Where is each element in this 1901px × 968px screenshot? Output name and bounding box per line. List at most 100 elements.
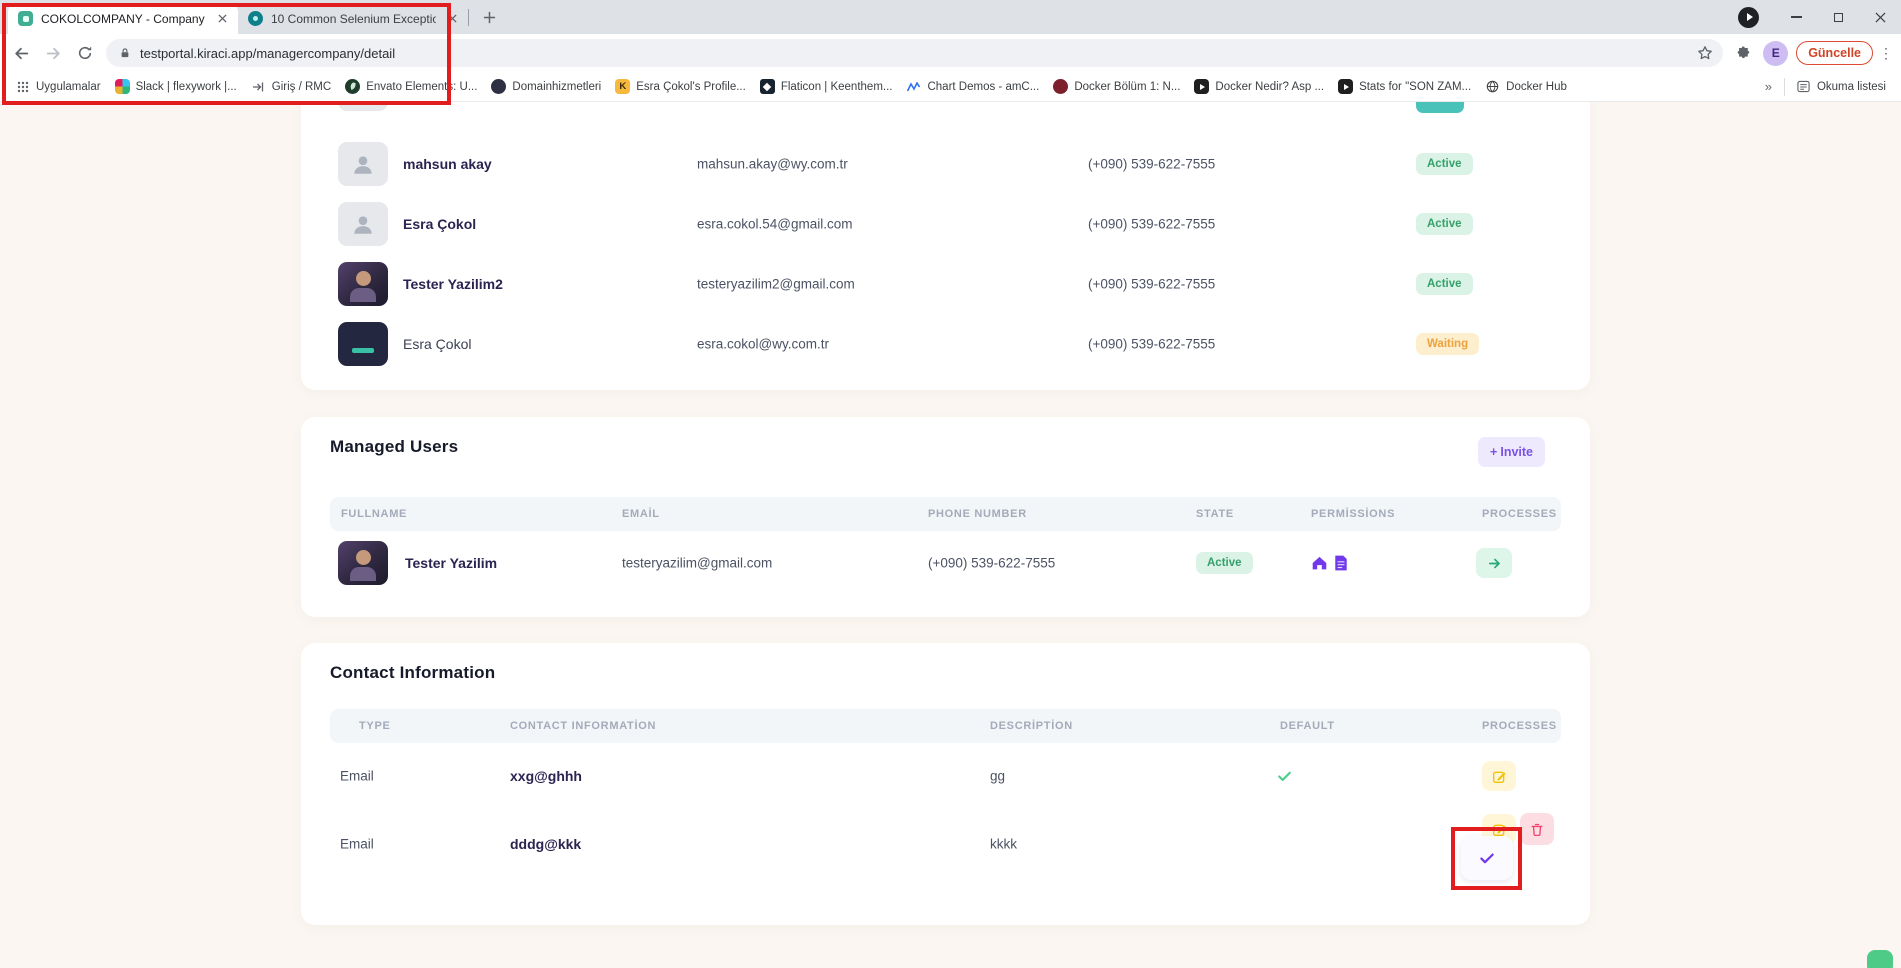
user-phone: (+090) 539-622-7555: [1088, 277, 1215, 292]
bookmark-docker-nedir[interactable]: Docker Nedir? Asp ...: [1187, 75, 1331, 98]
managed-user-row[interactable]: Tester Yazilim testeryazilim@gmail.com (…: [301, 533, 1590, 593]
url-text: testportal.kiraci.app/managercompany/det…: [140, 46, 395, 61]
user-name: Esra Çokol: [403, 336, 471, 352]
bookmark-giris-rmc[interactable]: Giriş / RMC: [244, 75, 338, 98]
open-detail-button[interactable]: [1476, 548, 1512, 578]
bookmark-docker-bolum[interactable]: Docker Bölüm 1: N...: [1046, 75, 1187, 98]
reading-list-button[interactable]: Okuma listesi: [1789, 75, 1893, 98]
login-arrow-favicon: [251, 79, 266, 94]
reading-list-label: Okuma listesi: [1817, 81, 1886, 93]
bookmarks-bar: Uygulamalar Slack | flexywork |... Giriş…: [0, 72, 1901, 102]
user-row[interactable]: Tester Yazilim2 testeryazilim2@gmail.com…: [301, 254, 1590, 314]
browser-menu-icon[interactable]: ⋮: [1877, 45, 1895, 62]
lock-icon: [119, 46, 131, 60]
youtube-favicon: [1194, 79, 1209, 94]
minimize-button[interactable]: [1775, 0, 1817, 34]
col-permissions: PERMİSSİONS: [1311, 497, 1395, 531]
slack-favicon: [115, 79, 130, 94]
user-email: mahsun.akay@wy.com.tr: [697, 157, 848, 172]
flaticon-favicon: [760, 79, 775, 94]
user-email: testeryazilim2@gmail.com: [697, 277, 855, 292]
bookmarks-divider: [1784, 78, 1785, 96]
extensions-puzzle-icon[interactable]: [1729, 39, 1757, 67]
chrome-update-button[interactable]: Güncelle: [1796, 41, 1873, 65]
state-badge: Active: [1416, 213, 1473, 235]
contact-row[interactable]: Email dddg@kkk kkkk: [301, 803, 1590, 903]
refresh-icon[interactable]: [70, 38, 100, 68]
tab-close-icon[interactable]: [214, 11, 230, 27]
photo-avatar: [338, 541, 388, 585]
bookmark-domainhizmetleri[interactable]: Domainhizmetleri: [484, 75, 608, 98]
state-badge: Waiting: [1416, 333, 1479, 355]
confirm-contact-button[interactable]: [1461, 836, 1513, 880]
bookmark-docker-hub[interactable]: Docker Hub: [1478, 75, 1574, 98]
bookmark-stats[interactable]: Stats for "SON ZAM...: [1331, 75, 1478, 98]
state-badge-partial: [1416, 102, 1464, 113]
envato-favicon: [345, 79, 360, 94]
bookmarks-overflow-icon[interactable]: »: [1757, 79, 1780, 94]
bookmark-star-icon[interactable]: [1692, 40, 1718, 66]
reading-list-icon: [1796, 79, 1811, 94]
col-fullname: FULLNAME: [341, 497, 407, 531]
contact-type: Email: [340, 837, 374, 852]
back-icon[interactable]: [6, 38, 36, 68]
bookmark-profile[interactable]: K Esra Çokol's Profile...: [608, 75, 753, 98]
user-row[interactable]: mahsun akay mahsun.akay@wy.com.tr (+090)…: [301, 134, 1590, 194]
apps-grid-icon: [15, 79, 30, 94]
window-controls: [1738, 0, 1901, 34]
bookmark-envato[interactable]: Envato Elements: U...: [338, 75, 484, 98]
bookmark-amcharts[interactable]: Chart Demos - amC...: [899, 75, 1046, 98]
edit-contact-button[interactable]: [1482, 761, 1516, 791]
bookmark-label: Docker Bölüm 1: N...: [1074, 81, 1180, 93]
bookmark-uygulamalar[interactable]: Uygulamalar: [8, 75, 108, 98]
bookmark-label: Flaticon | Keenthem...: [781, 81, 893, 93]
tab-separator: [468, 9, 469, 26]
table-header: TYPE CONTACT INFORMATİON DESCRİPTİON DEF…: [330, 709, 1561, 743]
maximize-button[interactable]: [1817, 0, 1859, 34]
tab-title: 10 Common Selenium Exception: [271, 12, 436, 26]
logo-avatar: [338, 322, 388, 366]
user-phone: (+090) 539-622-7555: [1088, 157, 1215, 172]
contact-value: dddg@kkk: [510, 836, 581, 852]
user-name: Esra Çokol: [403, 216, 476, 232]
user-row[interactable]: Esra Çokol esra.cokol@wy.com.tr (+090) 5…: [301, 314, 1590, 374]
bookmark-slack[interactable]: Slack | flexywork |...: [108, 75, 244, 98]
user-name: Tester Yazilim2: [403, 276, 503, 292]
course-favicon: [1053, 79, 1068, 94]
user-email: esra.cokol@wy.com.tr: [697, 337, 829, 352]
youtube-favicon: [1338, 79, 1353, 94]
close-window-button[interactable]: [1859, 0, 1901, 34]
chat-fab-partial[interactable]: [1867, 950, 1893, 968]
tab-close-icon[interactable]: [444, 11, 460, 27]
article-tab-favicon: [248, 11, 263, 26]
media-controls-icon[interactable]: [1738, 7, 1759, 28]
col-processes: PROCESSES: [1482, 497, 1557, 531]
invite-button[interactable]: + Invite: [1478, 437, 1545, 467]
person-avatar: [338, 142, 388, 186]
tab-strip: COKOLCOMPANY - Company De 10 Common Sele…: [0, 0, 1901, 34]
document-permission-icon: [1334, 555, 1348, 571]
forward-icon[interactable]: [38, 38, 68, 68]
tab-company-detail[interactable]: COKOLCOMPANY - Company De: [8, 3, 238, 34]
user-name: Tester Yazilim: [405, 555, 497, 571]
bookmark-flaticon[interactable]: Flaticon | Keenthem...: [753, 75, 900, 98]
browser-toolbar: testportal.kiraci.app/managercompany/det…: [0, 34, 1901, 72]
contact-row[interactable]: Email xxg@ghhh gg: [301, 746, 1590, 806]
bookmark-label: Domainhizmetleri: [512, 81, 601, 93]
bookmark-label: Envato Elements: U...: [366, 81, 477, 93]
user-email: esra.cokol.54@gmail.com: [697, 217, 853, 232]
profile-avatar[interactable]: E: [1763, 41, 1788, 66]
plus-icon: +: [1490, 445, 1497, 459]
delete-contact-button[interactable]: [1520, 813, 1554, 845]
new-tab-button[interactable]: [477, 5, 501, 29]
user-phone: (+090) 539-622-7555: [1088, 337, 1215, 352]
bookmark-label: Giriş / RMC: [272, 81, 331, 93]
user-row[interactable]: Esra Çokol esra.cokol.54@gmail.com (+090…: [301, 194, 1590, 254]
col-processes: PROCESSES: [1482, 709, 1557, 743]
company-users-card: mahsun akay mahsun.akay@wy.com.tr (+090)…: [301, 102, 1590, 390]
bookmark-label: Stats for "SON ZAM...: [1359, 81, 1471, 93]
col-email: EMAİL: [622, 497, 660, 531]
tab-selenium-article[interactable]: 10 Common Selenium Exception: [238, 3, 468, 34]
col-contact: CONTACT INFORMATİON: [510, 709, 656, 743]
address-bar[interactable]: testportal.kiraci.app/managercompany/det…: [106, 39, 1723, 67]
